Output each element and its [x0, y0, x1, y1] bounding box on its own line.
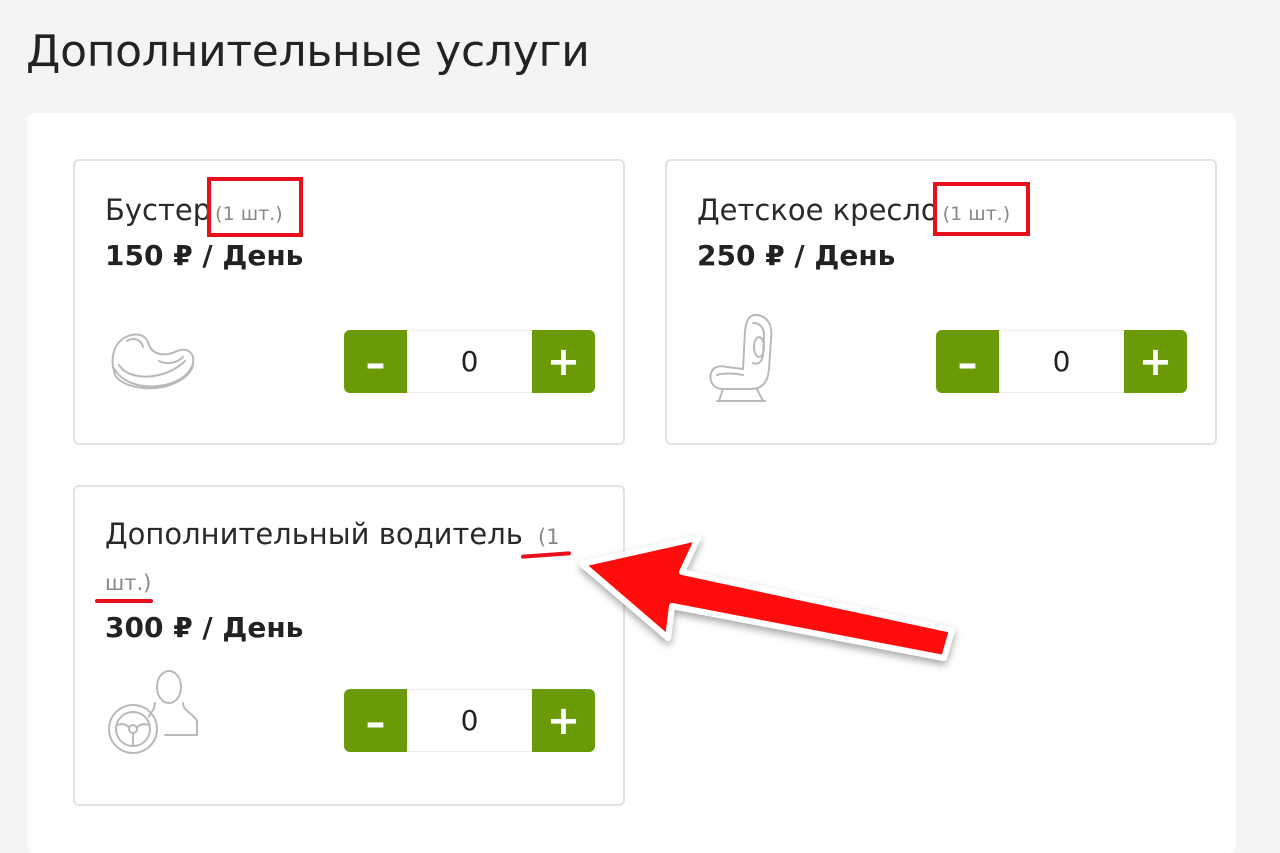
- driver-steering-wheel-icon: [108, 670, 198, 754]
- decrement-button[interactable]: –: [344, 330, 407, 393]
- quantity-note: (1: [538, 525, 560, 549]
- quantity-stepper: – 0 +: [344, 689, 595, 752]
- increment-button[interactable]: +: [1124, 330, 1187, 393]
- child-car-seat-icon: [709, 314, 773, 402]
- decrement-button[interactable]: –: [936, 330, 999, 393]
- service-price: 250 ₽ / День: [697, 239, 896, 272]
- booster-seat-icon: [111, 333, 195, 390]
- service-name: Детское кресло: [697, 193, 939, 227]
- annotation-highlight-box: [933, 182, 1030, 236]
- quantity-stepper: – 0 +: [344, 330, 595, 393]
- quantity-stepper: – 0 +: [936, 330, 1187, 393]
- page-title: Дополнительные услуги: [26, 26, 590, 77]
- quantity-value[interactable]: 0: [407, 330, 532, 393]
- service-title: Дополнительный водитель (1: [105, 517, 560, 551]
- decrement-button[interactable]: –: [344, 689, 407, 752]
- increment-button[interactable]: +: [532, 689, 595, 752]
- annotation-arrow-icon: [579, 535, 955, 661]
- service-price: 300 ₽ / День: [105, 611, 304, 644]
- quantity-value[interactable]: 0: [999, 330, 1124, 393]
- quantity-note-continued: шт.): [105, 571, 152, 595]
- service-card-booster: Бустер (1 шт.) 150 ₽ / День – 0 +: [73, 159, 625, 445]
- annotation-highlight-box: [207, 177, 303, 237]
- service-name: Бустер: [105, 193, 212, 227]
- service-name: Дополнительный водитель: [105, 517, 523, 551]
- increment-button[interactable]: +: [532, 330, 595, 393]
- service-card-additional-driver: Дополнительный водитель (1 шт.) 300 ₽ / …: [73, 485, 625, 806]
- service-price: 150 ₽ / День: [105, 239, 304, 272]
- quantity-value[interactable]: 0: [407, 689, 532, 752]
- annotation-underline: [95, 599, 153, 603]
